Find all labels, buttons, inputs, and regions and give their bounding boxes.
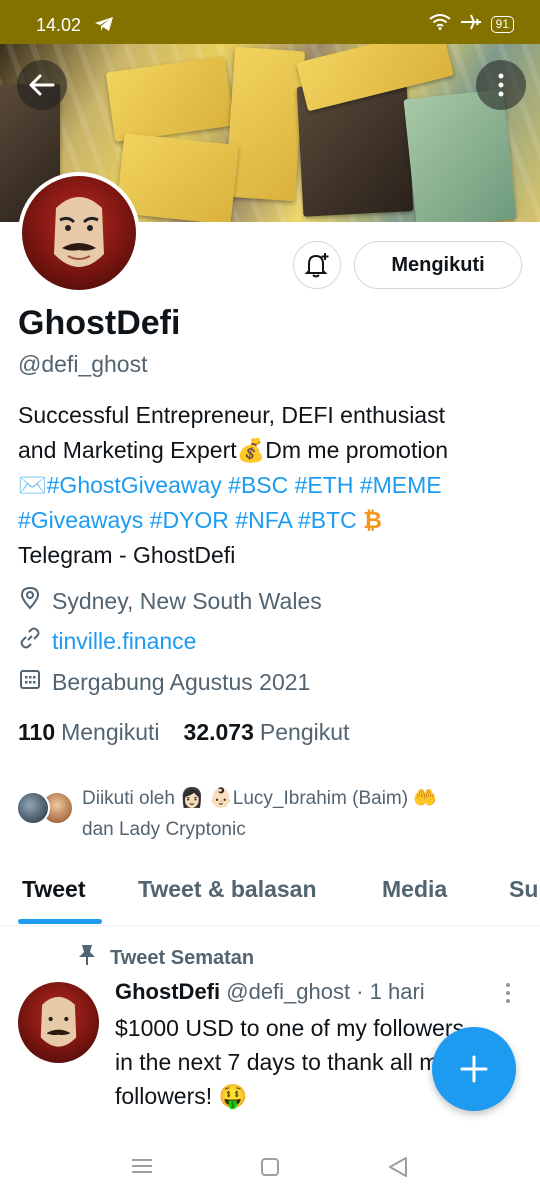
status-bar: 14.02 91 <box>0 0 540 44</box>
website-row: tinville.finance <box>18 626 196 656</box>
active-tab-indicator <box>18 919 102 924</box>
followers-count-link[interactable]: 32.073 Pengikut <box>184 719 350 746</box>
profile-avatar[interactable] <box>18 172 140 294</box>
link-icon <box>18 626 42 656</box>
following-button[interactable]: Mengikuti <box>354 241 522 289</box>
profile-bio: Successful Entrepreneur, DEFI enthusiast… <box>18 398 523 573</box>
more-options-button[interactable] <box>476 60 526 110</box>
back-nav-icon[interactable] <box>388 1156 408 1183</box>
profile-tabs: Tweet Tweet & balasan Media Su <box>0 860 540 926</box>
joined-date: Bergabung Agustus 2021 <box>52 668 311 695</box>
battery-indicator: 91 <box>490 16 514 33</box>
location-row: Sydney, New South Wales <box>18 586 322 616</box>
system-navigation-bar <box>0 1140 540 1200</box>
tweet-author-avatar[interactable] <box>18 982 99 1063</box>
bitcoin-emoji: ₿ <box>363 507 382 533</box>
follower-avatar <box>16 791 50 825</box>
tab-likes[interactable]: Su <box>509 876 538 903</box>
bio-line: and Marketing Expert💰Dm me promotion <box>18 437 449 463</box>
following-count-link[interactable]: 110 Mengikuti <box>18 719 160 746</box>
telegram-notification-icon <box>94 16 114 37</box>
recent-apps-icon[interactable] <box>131 1158 153 1179</box>
tweet-header: GhostDefi @defi_ghost · 1 hari <box>115 979 425 1005</box>
bio-line: ✉️#GhostGiveaway #BSC #ETH #MEME <box>18 468 523 503</box>
tab-tweet[interactable]: Tweet <box>22 876 85 903</box>
tweet-author-name[interactable]: GhostDefi <box>115 979 220 1004</box>
pinned-tweet-label: Tweet Sematan <box>78 944 254 972</box>
website-link[interactable]: tinville.finance <box>52 628 196 655</box>
bio-line: #Giveaways #DYOR #NFA #BTC ₿ <box>18 503 523 538</box>
followed-by-line: dan Lady Cryptonic <box>82 819 246 840</box>
envelope-emoji: ✉️ <box>18 472 47 498</box>
airplane-mode-icon <box>460 14 481 35</box>
hashtag-link[interactable]: #GhostGiveaway #BSC #ETH #MEME <box>47 472 442 498</box>
wifi-icon <box>429 14 451 35</box>
follow-counts: 110 Mengikuti 32.073 Pengikut <box>18 719 349 746</box>
tweet-more-icon[interactable] <box>504 982 512 1009</box>
joined-row: Bergabung Agustus 2021 <box>18 667 310 697</box>
notification-bell-button[interactable] <box>293 241 341 289</box>
pin-icon <box>78 944 96 972</box>
tab-media[interactable]: Media <box>382 876 447 903</box>
bio-line: Successful Entrepreneur, DEFI enthusiast <box>18 402 445 428</box>
tweet-author-meta: @defi_ghost · 1 hari <box>226 979 425 1004</box>
tab-tweet-replies[interactable]: Tweet & balasan <box>138 876 317 903</box>
home-icon[interactable] <box>260 1157 280 1182</box>
location-pin-icon <box>18 586 42 616</box>
money-bag-emoji: 💰 <box>236 437 266 463</box>
bio-line: Telegram - GhostDefi <box>18 542 236 568</box>
compose-tweet-button[interactable] <box>432 1027 516 1111</box>
location-text: Sydney, New South Wales <box>52 587 322 614</box>
back-button[interactable] <box>17 60 67 110</box>
display-name: GhostDefi <box>18 304 181 342</box>
user-handle: @defi_ghost <box>18 351 148 377</box>
status-time: 14.02 <box>36 15 82 35</box>
followed-by-line: Diikuti oleh 👩🏻 👶🏻Lucy_Ibrahim (Baim) 🤲 <box>82 788 438 809</box>
hashtag-link[interactable]: #Giveaways #DYOR #NFA #BTC <box>18 507 357 533</box>
calendar-icon <box>18 667 42 697</box>
plus-icon <box>460 1055 488 1083</box>
